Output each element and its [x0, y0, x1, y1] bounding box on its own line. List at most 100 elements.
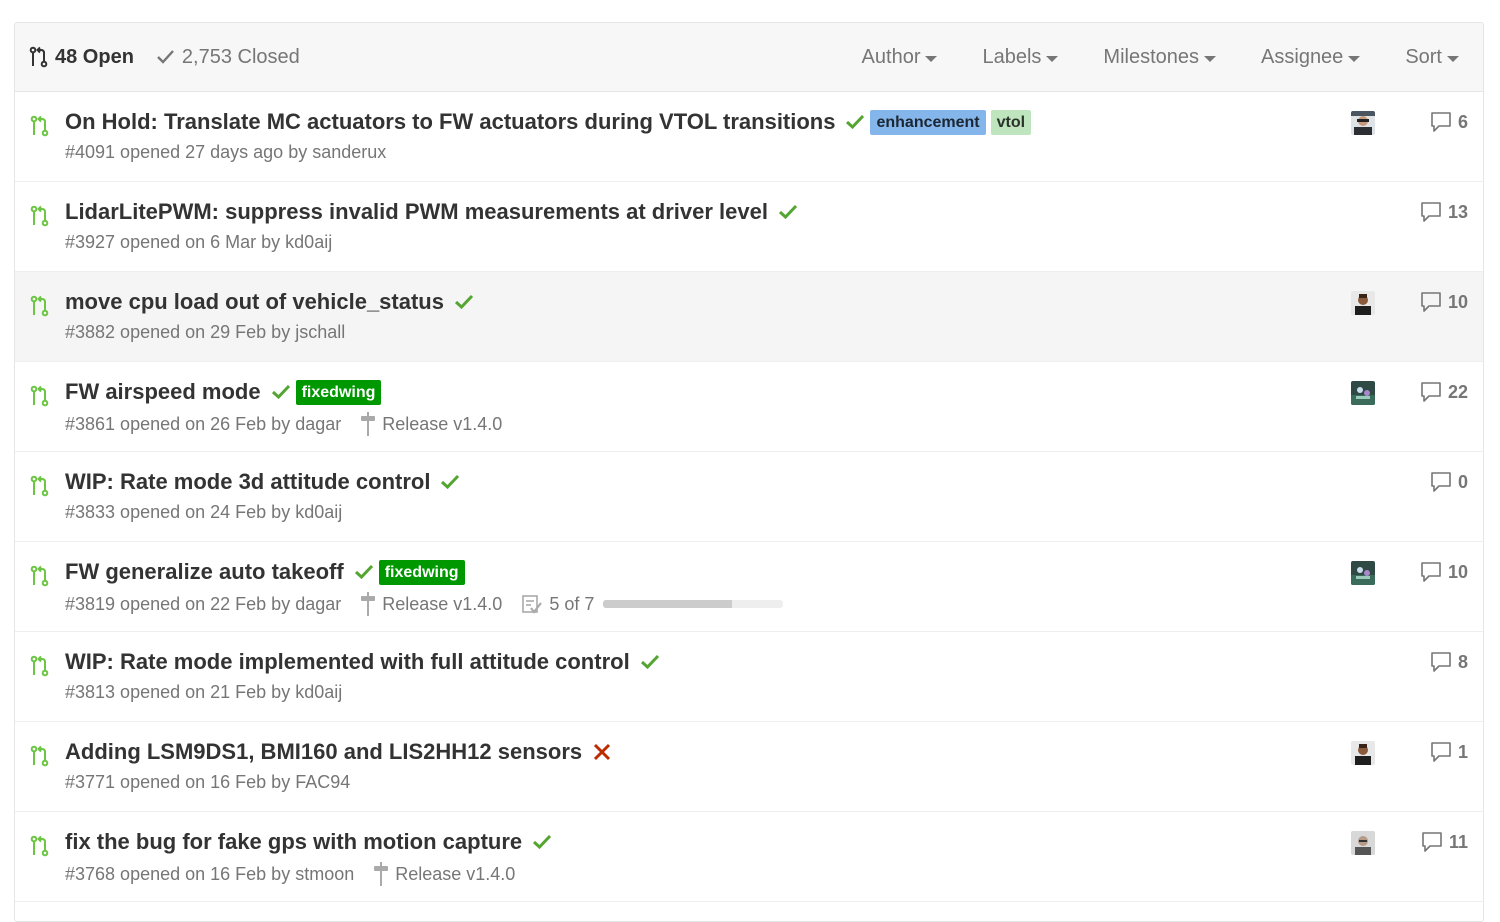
ci-success-check-icon[interactable] — [845, 112, 865, 132]
assignee-avatar[interactable] — [1351, 291, 1375, 315]
comments-link[interactable]: 1 — [1430, 741, 1468, 763]
comments-link[interactable]: 10 — [1420, 561, 1468, 583]
label-enhancement[interactable]: enhancement — [870, 109, 986, 135]
opened-by-text: #3861 opened on 26 Feb by dagar — [65, 413, 342, 434]
pull-request-open-icon — [30, 475, 50, 502]
pull-request-open-icon — [30, 205, 50, 232]
pull-request-meta: #3771 opened on 16 Feb by FAC94 — [65, 772, 350, 793]
pull-request-title-link[interactable]: LidarLitePWM: suppress invalid PWM measu… — [65, 199, 768, 225]
title-line: LidarLitePWM: suppress invalid PWM measu… — [65, 199, 798, 225]
comment-count: 1 — [1457, 741, 1468, 762]
milestone-icon — [361, 412, 376, 436]
list-header: 48 Open 2,753 Closed Author Labels Milesto… — [15, 23, 1483, 92]
pull-request-row: Adding LSM9DS1, BMI160 and LIS2HH12 sens… — [15, 722, 1483, 812]
pull-request-meta: #3819 opened on 22 Feb by dagar Release v… — [65, 592, 784, 616]
filter-labels[interactable]: Labels — [982, 46, 1059, 69]
closed-filter[interactable]: 2,753 Closed — [156, 46, 300, 69]
label-fixedwing[interactable]: fixedwing — [295, 379, 382, 405]
comment-icon — [1430, 471, 1452, 493]
filter-label: Milestones — [1103, 45, 1200, 68]
milestone-link[interactable]: Release v1.4.0 — [374, 862, 515, 886]
task-progress-fill — [603, 600, 732, 608]
title-line: FW generalize auto takeoff fixedwing — [65, 559, 465, 585]
pull-request-meta: #3813 opened on 21 Feb by kd0aij — [65, 682, 342, 703]
closed-count: 2,753 Closed — [181, 45, 300, 68]
pull-request-title-link[interactable]: WIP: Rate mode implemented with full att… — [65, 649, 630, 675]
comment-icon — [1420, 381, 1442, 403]
opened-by-text: #3882 opened on 29 Feb by jschall — [65, 322, 346, 342]
comments-link[interactable]: 22 — [1420, 381, 1468, 403]
pull-request-meta: #3861 opened on 26 Feb by dagar Release v… — [65, 412, 502, 436]
comments-link[interactable]: 0 — [1430, 471, 1468, 493]
filter-label: Assignee — [1261, 45, 1344, 68]
filter-author[interactable]: Author — [862, 46, 938, 69]
opened-by-text: #3813 opened on 21 Feb by kd0aij — [65, 682, 343, 702]
ci-success-check-icon[interactable] — [354, 562, 374, 582]
open-filter[interactable]: 48 Open — [29, 46, 134, 69]
filter-sort[interactable]: Sort — [1405, 46, 1459, 69]
milestone-link[interactable]: Release v1.4.0 — [361, 592, 502, 616]
label-vtol[interactable]: vtol — [990, 109, 1032, 135]
comment-icon — [1420, 561, 1442, 583]
filter-label: Author — [861, 45, 921, 68]
title-line: FW airspeed mode fixedwing — [65, 379, 382, 405]
ci-success-check-icon[interactable] — [271, 382, 291, 402]
milestone-name: Release v1.4.0 — [382, 593, 503, 614]
assignee-avatar[interactable] — [1351, 831, 1375, 855]
assignee-avatar[interactable] — [1351, 741, 1375, 765]
ci-success-check-icon[interactable] — [778, 202, 798, 222]
comment-icon — [1430, 111, 1452, 133]
title-line: Adding LSM9DS1, BMI160 and LIS2HH12 sens… — [65, 739, 612, 765]
pull-request-title-link[interactable]: FW generalize auto takeoff — [65, 559, 344, 585]
pull-request-row: fix the bug for fake gps with motion cap… — [15, 812, 1483, 902]
pull-request-row: LidarLitePWM: suppress invalid PWM measu… — [15, 182, 1483, 272]
comment-count: 6 — [1457, 111, 1468, 132]
opened-by-text: #3819 opened on 22 Feb by dagar — [65, 593, 342, 614]
comment-count: 11 — [1448, 831, 1468, 852]
pull-request-open-icon — [30, 835, 50, 862]
pull-request-row: WIP: Rate mode implemented with full att… — [15, 632, 1483, 722]
ci-success-check-icon[interactable] — [532, 832, 552, 852]
ci-success-check-icon[interactable] — [454, 292, 474, 312]
filter-milestones[interactable]: Milestones — [1103, 45, 1217, 69]
pull-request-row: move cpu load out of vehicle_status #3882… — [15, 272, 1483, 362]
milestone-icon — [361, 592, 376, 616]
pull-request-open-icon — [30, 745, 50, 772]
comment-icon — [1421, 831, 1443, 853]
ci-success-check-icon[interactable] — [640, 652, 660, 672]
ci-failure-x-icon[interactable] — [592, 742, 612, 762]
comments-link[interactable]: 8 — [1430, 651, 1468, 673]
pull-request-meta: #3927 opened on 6 Mar by kd0aij — [65, 232, 332, 253]
pull-request-title-link[interactable]: FW airspeed mode — [65, 379, 261, 405]
filter-label: Sort — [1405, 45, 1442, 68]
pull-request-row: On Hold: Translate MC actuators to FW ac… — [15, 92, 1483, 182]
pull-request-title-link[interactable]: Adding LSM9DS1, BMI160 and LIS2HH12 sens… — [65, 739, 582, 765]
assignee-avatar[interactable] — [1351, 381, 1375, 405]
pull-request-title-link[interactable]: move cpu load out of vehicle_status — [65, 289, 444, 315]
filter-bar: Author Labels Milestones Assignee Sort — [817, 46, 1469, 69]
assignee-avatar[interactable] — [1351, 561, 1375, 585]
pull-request-title-link[interactable]: WIP: Rate mode 3d attitude control — [65, 469, 430, 495]
milestone-name: Release v1.4.0 — [395, 863, 516, 884]
pull-request-rows: On Hold: Translate MC actuators to FW ac… — [15, 92, 1483, 902]
comments-link[interactable]: 13 — [1420, 201, 1468, 223]
comments-link[interactable]: 10 — [1420, 291, 1468, 313]
pull-request-open-icon — [30, 295, 50, 322]
label-fixedwing[interactable]: fixedwing — [378, 559, 465, 585]
filter-assignee[interactable]: Assignee — [1261, 45, 1361, 69]
assignee-avatar[interactable] — [1351, 111, 1375, 135]
title-line: fix the bug for fake gps with motion cap… — [65, 829, 552, 855]
caret-down-icon — [1046, 55, 1059, 62]
comment-count: 8 — [1457, 651, 1468, 672]
pull-request-title-link[interactable]: On Hold: Translate MC actuators to FW ac… — [65, 109, 835, 135]
ci-success-check-icon[interactable] — [440, 472, 460, 492]
comments-link[interactable]: 6 — [1430, 111, 1468, 133]
comment-icon — [1420, 201, 1442, 223]
comment-icon — [1420, 291, 1442, 313]
comment-count: 13 — [1447, 201, 1468, 222]
milestone-link[interactable]: Release v1.4.0 — [361, 412, 502, 436]
comments-link[interactable]: 11 — [1421, 831, 1468, 853]
check-icon — [156, 48, 176, 66]
pull-request-title-link[interactable]: fix the bug for fake gps with motion cap… — [65, 829, 522, 855]
task-progress: 5 of 7 — [522, 594, 784, 615]
